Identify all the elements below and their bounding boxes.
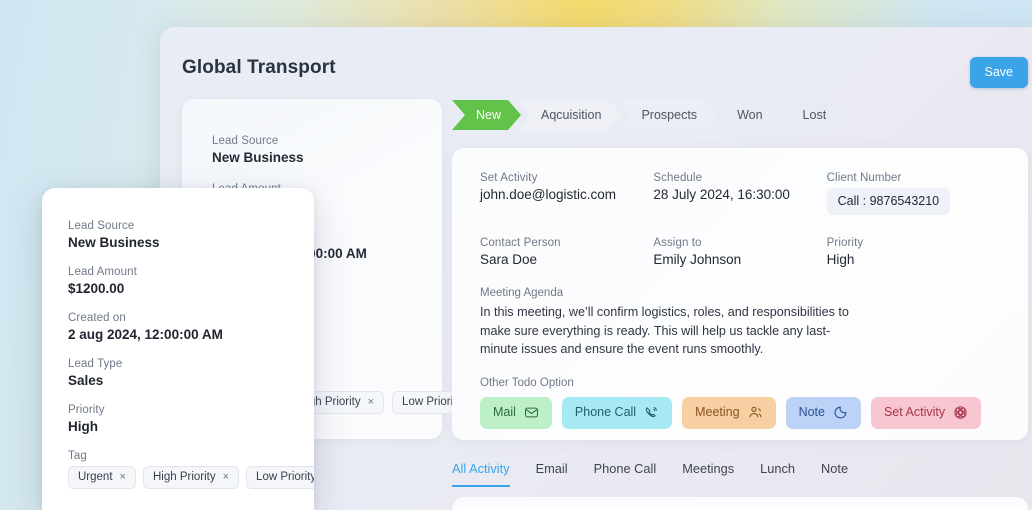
- client-number-label: Client Number: [826, 172, 902, 184]
- tag-chip-label: High Priority: [152, 471, 216, 483]
- contact-person-value: Sara Doe: [480, 252, 538, 267]
- tab-email[interactable]: Email: [536, 461, 568, 487]
- lead-source-label: Lead Source: [212, 135, 279, 147]
- popup-created-on-label: Created on: [68, 312, 126, 324]
- todo-option-label: Note: [798, 405, 825, 420]
- atom-icon: [953, 405, 968, 420]
- todo-option-label: Phone Call: [574, 405, 637, 420]
- popup-field-tag: Tag Urgent × High Priority × Low Priority×: [68, 450, 314, 489]
- detail-field-grid: Set Activity john.doe@logistic.com Sched…: [480, 172, 1000, 267]
- pipeline-steps: New Aqcuisition Prospects Won Lost: [452, 100, 842, 130]
- popup-lead-amount-label: Lead Amount: [68, 266, 137, 278]
- todo-option-label: Mail: [493, 405, 516, 420]
- tag-chip-label: Low Priority: [256, 471, 314, 483]
- popup-tag-chip-list: Urgent × High Priority × Low Priority×: [68, 466, 314, 489]
- assign-to-value: Emily Johnson: [653, 252, 742, 267]
- todo-option-mail[interactable]: Mail: [480, 396, 552, 429]
- client-number-value[interactable]: Call : 9876543210: [826, 188, 951, 215]
- popup-field-lead-source: Lead Source New Business: [68, 220, 288, 250]
- contact-person-label: Contact Person: [480, 237, 561, 249]
- pipeline-step-won[interactable]: Won: [713, 100, 782, 130]
- popup-priority-value: High: [68, 419, 98, 434]
- pipeline-step-new[interactable]: New: [452, 100, 521, 130]
- save-button[interactable]: Save: [969, 57, 1028, 88]
- popup-tag-label: Tag: [68, 450, 87, 462]
- tag-chip[interactable]: Urgent ×: [68, 466, 136, 489]
- tab-meetings[interactable]: Meetings: [682, 461, 734, 487]
- popup-field-created-on: Created on 2 aug 2024, 12:00:00 AM: [68, 312, 288, 342]
- tag-chip[interactable]: Low Priority×: [246, 466, 314, 489]
- activity-detail-card: Set Activity john.doe@logistic.com Sched…: [452, 148, 1028, 440]
- meeting-agenda-label: Meeting Agenda: [480, 287, 564, 299]
- close-icon[interactable]: ×: [368, 396, 374, 408]
- popup-field-lead-amount: Lead Amount $1200.00: [68, 266, 288, 296]
- popup-lead-type-value: Sales: [68, 373, 104, 388]
- close-icon[interactable]: ×: [223, 471, 229, 483]
- assign-to-label: Assign to: [653, 237, 702, 249]
- todo-options-block: Other Todo Option Mail Phone Call Meeting N…: [480, 377, 1000, 429]
- schedule-label: Schedule: [653, 172, 703, 184]
- popup-lead-amount-value: $1200.00: [68, 281, 125, 296]
- close-icon[interactable]: ×: [120, 471, 126, 483]
- tab-lunch[interactable]: Lunch: [760, 461, 795, 487]
- popup-priority-label: Priority: [68, 404, 105, 416]
- todo-options-label: Other Todo Option: [480, 376, 574, 389]
- todo-option-meeting[interactable]: Meeting: [682, 396, 776, 429]
- tab-all-activity[interactable]: All Activity: [452, 461, 510, 487]
- pipeline-step-lost[interactable]: Lost: [779, 100, 847, 130]
- todo-option-list: Mail Phone Call Meeting Note Set Activity: [480, 396, 1000, 429]
- popup-field-priority: Priority High: [68, 404, 288, 434]
- people-icon: [748, 405, 763, 420]
- tag-chip-label: Urgent: [78, 471, 113, 483]
- todo-option-label: Meeting: [695, 405, 740, 420]
- popup-lead-type-label: Lead Type: [68, 358, 123, 370]
- tag-chip[interactable]: High Priority ×: [142, 466, 240, 489]
- pipeline-step-prospects[interactable]: Prospects: [617, 100, 717, 130]
- envelope-icon: [524, 405, 539, 420]
- todo-option-note[interactable]: Note: [785, 396, 861, 429]
- page-title: Global Transport: [182, 57, 336, 78]
- todo-option-phone-call[interactable]: Phone Call: [561, 396, 673, 429]
- lead-source-value: New Business: [212, 150, 304, 165]
- set-activity-value: john.doe@logistic.com: [480, 187, 617, 202]
- detail-priority-value: High: [826, 252, 855, 267]
- tab-note[interactable]: Note: [821, 461, 848, 487]
- schedule-value: 28 July 2024, 16:30:00: [653, 187, 790, 202]
- phone-ring-icon: [644, 405, 659, 420]
- popup-created-on-value: 2 aug 2024, 12:00:00 AM: [68, 327, 223, 342]
- field-client-number: Client Number Call : 9876543210: [826, 172, 1000, 215]
- field-set-activity: Set Activity john.doe@logistic.com: [480, 172, 653, 215]
- meeting-agenda-text: In this meeting, we’ll confirm logistics…: [480, 305, 849, 357]
- todo-option-set-activity[interactable]: Set Activity: [870, 396, 982, 429]
- field-detail-priority: Priority High: [827, 237, 1000, 267]
- popup-lead-source-label: Lead Source: [68, 220, 135, 232]
- pipeline-step-aqcuisition[interactable]: Aqcuisition: [517, 100, 621, 130]
- lead-detail-popup: Lead Source New Business Lead Amount $12…: [42, 188, 314, 510]
- note-moon-icon: [833, 405, 848, 420]
- activity-tabs: All Activity Email Phone Call Meetings Lunch…: [452, 461, 848, 487]
- tab-phone-call[interactable]: Phone Call: [594, 461, 657, 487]
- set-activity-label: Set Activity: [480, 172, 538, 184]
- field-contact-person: Contact Person Sara Doe: [480, 237, 653, 267]
- meeting-agenda-block: Meeting Agenda In this meeting, we’ll co…: [480, 287, 1000, 359]
- popup-field-lead-type: Lead Type Sales: [68, 358, 288, 388]
- field-lead-source: Lead Source New Business: [212, 135, 412, 165]
- popup-lead-source-value: New Business: [68, 235, 160, 250]
- field-assign-to: Assign to Emily Johnson: [653, 237, 826, 267]
- field-schedule: Schedule 28 July 2024, 16:30:00: [653, 172, 826, 215]
- todo-option-label: Set Activity: [883, 405, 946, 420]
- activity-list-card: [452, 497, 1028, 510]
- detail-priority-label: Priority: [826, 237, 864, 249]
